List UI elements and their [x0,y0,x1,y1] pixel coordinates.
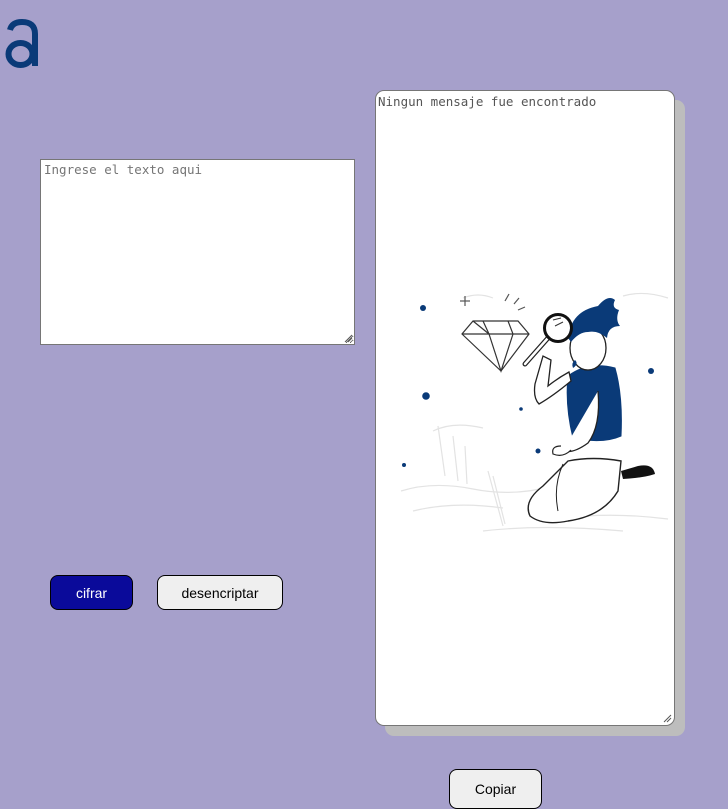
input-resize-grip-icon[interactable] [343,333,353,343]
copy-button[interactable]: Copiar [449,769,542,809]
decrypt-button[interactable]: desencriptar [157,575,283,610]
magnifier-search-illustration [400,292,669,532]
text-input[interactable] [40,159,355,345]
logo-icon [5,18,38,68]
resize-grip-icon[interactable] [662,713,672,723]
output-panel[interactable]: Ningun mensaje fue encontrado [375,90,675,726]
output-message: Ningun mensaje fue encontrado [378,94,597,109]
encrypt-button[interactable]: cifrar [50,575,133,610]
